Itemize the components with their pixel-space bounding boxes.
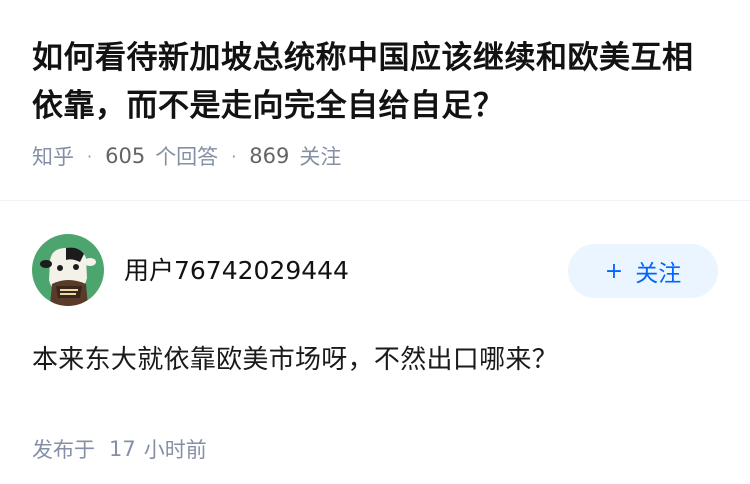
answer-count-label: 个回答 <box>155 145 219 169</box>
author-row: 用户76742029444 + 关注 <box>32 234 718 306</box>
follower-count-label: 关注 <box>299 145 342 169</box>
answer-count: 605 <box>105 144 146 168</box>
source-label[interactable]: 知乎 <box>32 141 74 171</box>
follower-count: 869 <box>249 144 290 168</box>
answer-content[interactable]: 本来东大就依靠欧美市场呀，不然出口哪来？ <box>32 338 718 382</box>
publish-label: 发布于 <box>32 438 95 462</box>
avatar[interactable] <box>32 234 104 306</box>
publish-unit: 小时前 <box>143 438 207 462</box>
section-divider <box>0 200 750 201</box>
zhihu-answer-page: 如何看待新加坡总统称中国应该继续和欧美互相依靠，而不是走向完全自给自足？ 知乎 … <box>0 0 750 484</box>
meta-separator: · <box>87 146 93 166</box>
meta-separator: · <box>231 146 237 166</box>
publish-time: 发布于 17 小时前 <box>32 434 718 464</box>
question-title[interactable]: 如何看待新加坡总统称中国应该继续和欧美互相依靠，而不是走向完全自给自足？ <box>32 34 718 130</box>
author-name[interactable]: 用户76742029444 <box>124 251 568 287</box>
question-meta: 知乎 · 605 个回答 · 869 关注 <box>32 140 718 172</box>
plus-icon: + <box>604 258 624 284</box>
question-header: 如何看待新加坡总统称中国应该继续和欧美互相依靠，而不是走向完全自给自足？ 知乎 … <box>0 0 750 172</box>
publish-value: 17 <box>109 437 136 461</box>
follow-button-label: 关注 <box>635 261 682 287</box>
follow-button[interactable]: + 关注 <box>568 244 718 298</box>
answer-card: 用户76742029444 + 关注 本来东大就依靠欧美市场呀，不然出口哪来？ … <box>32 234 718 464</box>
cartoon-cow-avatar-icon <box>32 234 104 306</box>
